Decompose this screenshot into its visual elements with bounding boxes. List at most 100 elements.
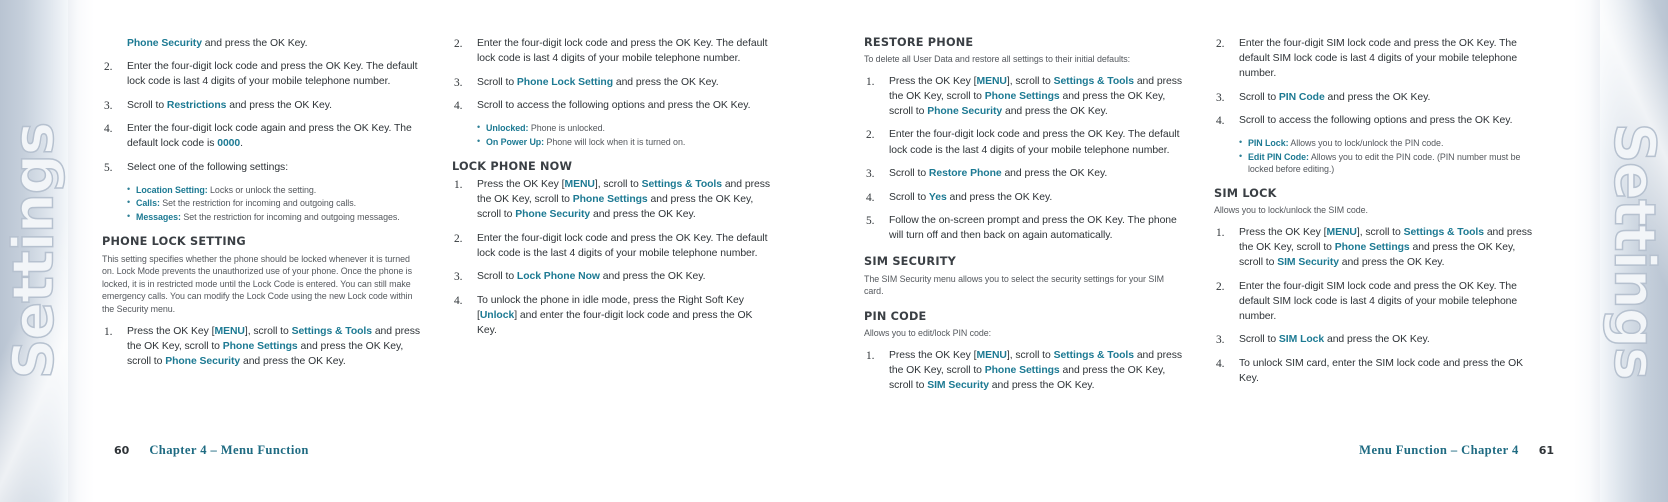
- link-phone-security[interactable]: Phone Security: [165, 356, 240, 367]
- lock-phone-now-steps: 1. Press the OK Key [MENU], scroll to Se…: [452, 177, 772, 338]
- right-page-footer: Menu Function – Chapter 4 61: [1359, 443, 1554, 458]
- restrictions-steps-list: 2. Enter the four-digit lock code and pr…: [102, 59, 422, 175]
- heading-restore-phone: RESTORE PHONE: [864, 36, 974, 49]
- option-term: PIN Lock:: [1248, 137, 1289, 148]
- step-number: 3.: [1216, 334, 1225, 347]
- step-number: 4.: [1216, 115, 1225, 128]
- link-sim-lock[interactable]: SIM Lock: [1279, 334, 1324, 345]
- step-number: 3.: [104, 99, 113, 112]
- link-phone-settings[interactable]: Phone Settings: [985, 91, 1060, 102]
- list-item: Calls: Set the restriction for incoming …: [127, 196, 422, 209]
- option-term: Calls:: [136, 198, 160, 209]
- right-section-watermark: Settings: [1601, 122, 1668, 380]
- step-item: 2. Enter the four-digit SIM lock code an…: [1214, 279, 1534, 324]
- link-phone-settings[interactable]: Phone Settings: [985, 365, 1060, 376]
- left-page-footer: 60 Chapter 4 – Menu Function: [114, 443, 309, 458]
- right-column-1: RESTORE PHONE To delete all User Data an…: [864, 36, 1184, 401]
- step-number: 2.: [104, 61, 113, 74]
- intro-pin-code: Allows you to edit/lock PIN code:: [864, 327, 992, 338]
- list-item: PIN Lock: Allows you to lock/unlock the …: [1239, 136, 1534, 149]
- link-phone-security[interactable]: Phone Security: [127, 38, 202, 49]
- step-number: 5.: [866, 215, 875, 228]
- step-text: Scroll to Restore Phone and press the OK…: [889, 168, 1108, 180]
- link-sim-security[interactable]: SIM Security: [1277, 257, 1339, 268]
- step-number: 2.: [1216, 280, 1225, 293]
- step-text: Enter the four-digit lock code and press…: [477, 38, 768, 65]
- step-number: 3.: [1216, 91, 1225, 104]
- link-settings-tools[interactable]: Settings & Tools: [1054, 350, 1134, 361]
- link-phone-lock-setting[interactable]: Phone Lock Setting: [517, 77, 613, 88]
- link-settings-tools[interactable]: Settings & Tools: [642, 179, 722, 190]
- link-settings-tools[interactable]: Settings & Tools: [1404, 227, 1484, 238]
- step-text: Press the OK Key [MENU], scroll to Setti…: [477, 178, 771, 221]
- restriction-options-list: Location Setting: Locks or unlock the se…: [102, 183, 422, 224]
- intro-restore-phone: To delete all User Data and restore all …: [864, 54, 1131, 65]
- link-sim-security[interactable]: SIM Security: [927, 380, 989, 391]
- link-pin-code[interactable]: PIN Code: [1279, 92, 1325, 103]
- sim-lock-steps: 1. Press the OK Key [MENU], scroll to Se…: [1214, 225, 1534, 386]
- step-number: 2.: [454, 232, 463, 245]
- step-number: 1.: [1216, 226, 1225, 239]
- phone-lock-options-list: Unlocked: Phone is unlocked. On Power Up…: [452, 121, 772, 148]
- step-item: 1. Press the OK Key [MENU], scroll to Se…: [102, 324, 422, 369]
- link-menu[interactable]: MENU: [1326, 227, 1356, 238]
- step-number: 3.: [866, 168, 875, 181]
- option-desc: Phone is unlocked.: [528, 122, 605, 133]
- link-phone-security[interactable]: Phone Security: [515, 209, 590, 220]
- link-menu[interactable]: MENU: [214, 326, 244, 337]
- phone-lock-setting-steps: 1. Press the OK Key [MENU], scroll to Se…: [102, 324, 422, 369]
- step-number: 3.: [454, 271, 463, 284]
- link-lock-phone-now[interactable]: Lock Phone Now: [517, 271, 600, 282]
- step-item: 4. Scroll to access the following option…: [1214, 113, 1534, 128]
- link-unlock[interactable]: Unlock: [480, 310, 514, 321]
- link-settings-tools[interactable]: Settings & Tools: [1054, 76, 1134, 87]
- step-item: 4. To unlock SIM card, enter the SIM loc…: [1214, 356, 1534, 386]
- list-item: Location Setting: Locks or unlock the se…: [127, 183, 422, 196]
- step-item: 2. Enter the four-digit lock code and pr…: [102, 59, 422, 89]
- pin-code-options-list: PIN Lock: Allows you to lock/unlock the …: [1214, 136, 1534, 175]
- step-text: Press the OK Key [MENU], scroll to Setti…: [127, 325, 421, 367]
- left-edge-tab: Settings: [0, 0, 68, 502]
- link-settings-tools[interactable]: Settings & Tools: [292, 326, 372, 337]
- heading-pin-code: PIN CODE: [864, 309, 927, 323]
- left-column-1: Phone Security and press the OK Key. 2. …: [102, 36, 422, 377]
- step-number: 4.: [104, 123, 113, 136]
- link-yes[interactable]: Yes: [929, 192, 947, 203]
- link-restore-phone[interactable]: Restore Phone: [929, 168, 1002, 179]
- step-number: 4.: [866, 191, 875, 204]
- right-edge-tab: Settings: [1600, 0, 1668, 502]
- continued-step-text: Phone Security and press the OK Key.: [127, 38, 308, 49]
- link-phone-settings[interactable]: Phone Settings: [573, 194, 648, 205]
- right-column-2: 2. Enter the four-digit SIM lock code an…: [1214, 36, 1534, 401]
- step-text: Enter the four-digit SIM lock code and p…: [1239, 280, 1518, 322]
- step-text: Press the OK Key [MENU], scroll to Setti…: [1239, 226, 1533, 269]
- step-number: 2.: [1216, 38, 1225, 50]
- heading-lock-phone-now: LOCK PHONE NOW: [452, 159, 573, 173]
- link-phone-security[interactable]: Phone Security: [927, 106, 1002, 117]
- step-item: 3. Scroll to Restrictions and press the …: [102, 98, 422, 113]
- step-item: 3. Scroll to SIM Lock and press the OK K…: [1214, 332, 1534, 347]
- link-restrictions[interactable]: Restrictions: [167, 100, 227, 111]
- step-text: To unlock the phone in idle mode, press …: [477, 294, 753, 337]
- list-item: Unlocked: Phone is unlocked.: [477, 121, 772, 134]
- right-page: RESTORE PHONE To delete all User Data an…: [834, 0, 1600, 502]
- heading-sim-security: SIM SECURITY: [864, 255, 957, 269]
- link-menu[interactable]: MENU: [564, 179, 594, 190]
- step-number: 1.: [866, 349, 875, 362]
- step-number: 1.: [104, 325, 113, 338]
- step-text: Scroll to Restrictions and press the OK …: [127, 99, 332, 111]
- step-item: 1. Press the OK Key [MENU], scroll to Se…: [864, 74, 1184, 119]
- step-number: 3.: [454, 76, 463, 89]
- step-item: 2. Enter the four-digit lock code and pr…: [864, 127, 1184, 157]
- link-menu[interactable]: MENU: [976, 350, 1006, 361]
- step-text: Scroll to access the following options a…: [1239, 115, 1513, 127]
- step-number: 4.: [454, 294, 463, 307]
- step-text: Select one of the following settings:: [127, 161, 289, 173]
- option-desc: Locks or unlock the setting.: [207, 184, 317, 195]
- link-phone-settings[interactable]: Phone Settings: [223, 341, 298, 352]
- running-head: Menu Function – Chapter 4: [1359, 443, 1519, 457]
- link-menu[interactable]: MENU: [976, 76, 1006, 87]
- step-text: To unlock SIM card, enter the SIM lock c…: [1239, 358, 1524, 385]
- link-phone-settings[interactable]: Phone Settings: [1335, 242, 1410, 253]
- step-number: 1.: [866, 75, 875, 88]
